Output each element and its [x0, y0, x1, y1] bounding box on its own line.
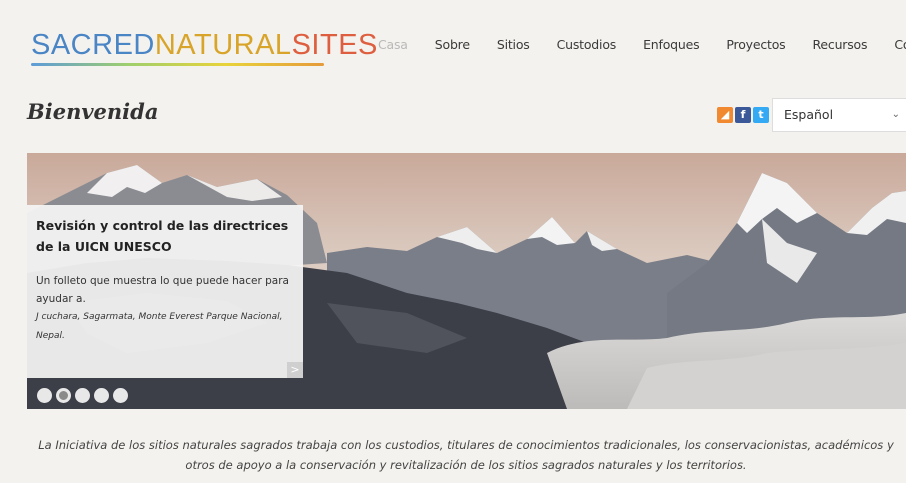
logo-underline: [31, 63, 324, 66]
nav-item-sitios[interactable]: Sitios: [497, 37, 530, 52]
language-select[interactable]: Español ⌄: [772, 98, 906, 132]
logo-part-sites: SITES: [291, 29, 378, 61]
slide-caption[interactable]: Revisión y control de las directrices de…: [27, 205, 303, 378]
slider-dot-5[interactable]: [113, 388, 128, 403]
facebook-icon[interactable]: f: [735, 107, 751, 123]
slider-dot-1[interactable]: [37, 388, 52, 403]
slider-dot-4[interactable]: [94, 388, 109, 403]
twitter-icon[interactable]: t: [753, 107, 769, 123]
main-nav: Casa Sobre Sitios Custodios Enfoques Pro…: [378, 37, 906, 52]
slide-credit: J cuchara, Sagarmata, Monte Everest Parq…: [36, 312, 283, 341]
slide-title[interactable]: Revisión y control de las directrices de…: [36, 215, 293, 257]
chevron-down-icon: ⌄: [891, 109, 900, 120]
language-select-value: Español: [784, 107, 834, 122]
slider-dots: [37, 388, 128, 403]
logo-part-natural: NATURAL: [154, 29, 292, 61]
nav-item-recursos[interactable]: Recursos: [812, 37, 867, 52]
nav-item-sobre[interactable]: Sobre: [435, 37, 470, 52]
nav-item-casa[interactable]: Casa: [378, 37, 408, 52]
site-logo[interactable]: SACREDNATURALSITES: [31, 28, 378, 62]
rss-icon[interactable]: ◢: [717, 107, 733, 123]
slider-dot-3[interactable]: [75, 388, 90, 403]
nav-item-custodios[interactable]: Custodios: [557, 37, 617, 52]
nav-item-proyectos[interactable]: Proyectos: [726, 37, 785, 52]
caption-next-button[interactable]: >: [287, 362, 303, 378]
intro-text: La Iniciativa de los sitios naturales sa…: [38, 438, 894, 472]
slider-dot-2[interactable]: [56, 388, 71, 403]
social-links: ◢ f t: [717, 107, 769, 123]
logo-part-sacred: SACRED: [31, 29, 155, 61]
nav-item-contacto[interactable]: Contacto: [894, 37, 906, 52]
page-title: Bienvenida: [27, 99, 159, 124]
nav-item-enfoques[interactable]: Enfoques: [643, 37, 700, 52]
slide-description: Un folleto que muestra lo que puede hace…: [36, 275, 289, 305]
